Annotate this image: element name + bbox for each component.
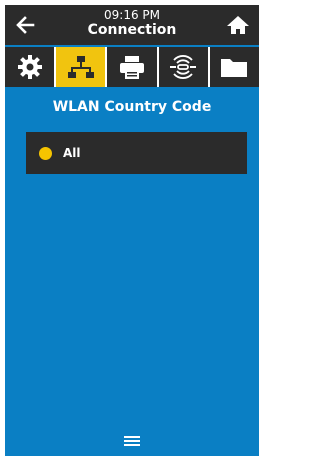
home-button[interactable] bbox=[223, 11, 253, 39]
option-label: All bbox=[63, 146, 81, 160]
clock-time: 09:16 PM bbox=[104, 8, 160, 22]
arrow-left-icon bbox=[16, 16, 35, 34]
gear-icon bbox=[17, 55, 42, 79]
back-button[interactable] bbox=[11, 11, 41, 39]
rfid-icon bbox=[170, 55, 197, 79]
tab-storage[interactable] bbox=[209, 47, 260, 87]
title-bar: 09:16 PM Connection bbox=[5, 5, 259, 45]
network-icon bbox=[67, 56, 94, 78]
menu-icon bbox=[124, 436, 140, 446]
tab-settings[interactable] bbox=[5, 47, 55, 87]
selected-indicator bbox=[39, 146, 52, 160]
printer-screen: 09:16 PM Connection WLAN Country Code Al… bbox=[5, 5, 260, 456]
menu-button[interactable] bbox=[122, 433, 142, 449]
tab-print[interactable] bbox=[107, 47, 157, 87]
tab-network[interactable] bbox=[56, 47, 106, 87]
tab-rfid[interactable] bbox=[158, 47, 208, 87]
tab-bar bbox=[5, 47, 260, 87]
section-title: WLAN Country Code bbox=[52, 99, 212, 115]
printer-icon bbox=[120, 56, 144, 79]
page-title: Connection bbox=[87, 22, 177, 38]
folder-icon bbox=[221, 59, 248, 77]
title-block: 09:16 PM Connection bbox=[65, 8, 199, 39]
option-item-all[interactable]: All bbox=[26, 132, 247, 174]
home-icon bbox=[227, 16, 249, 34]
